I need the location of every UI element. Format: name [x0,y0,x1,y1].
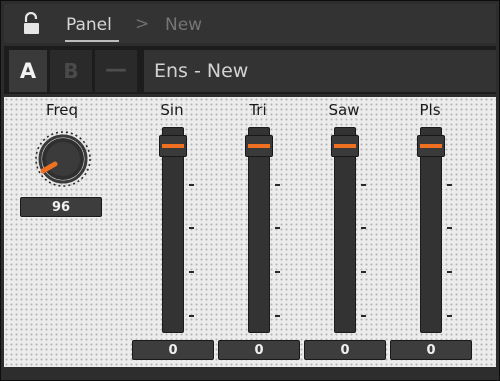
pls-tick [447,271,452,273]
tri-value-box[interactable]: 0 [218,340,300,360]
breadcrumb-panel-link[interactable]: Panel [66,15,112,35]
tri-tick [275,227,280,229]
saw-slider-track[interactable] [334,127,356,333]
sin-tick [189,227,194,229]
tri-label: Tri [249,101,267,119]
saw-label: Saw [328,101,360,119]
header-row: A B — Ens - New [4,46,496,94]
tri-tick [275,271,280,273]
pls-tick [447,315,452,317]
breadcrumb-separator: > [135,14,150,34]
pls-tick [447,227,452,229]
sin-slider-handle[interactable] [159,135,187,157]
freq-value-box[interactable]: 96 [20,197,102,217]
sin-label: Sin [160,101,184,119]
tri-slider-handle[interactable] [245,135,273,157]
pls-slider-handle[interactable] [417,135,445,157]
tri-slider-track[interactable] [248,127,270,333]
pls-tick [447,184,452,186]
ensemble-title[interactable]: Ens - New [144,50,496,92]
sin-tick [189,315,194,317]
pls-value-box[interactable]: 0 [390,340,472,360]
control-panel: Freq 96 Sin 0 Tri 0 Saw 0 Pls 0 [4,97,496,367]
sin-tick [189,271,194,273]
freq-label: Freq [45,101,79,119]
unlocked-padlock-icon[interactable] [22,12,44,36]
saw-tick [361,184,366,186]
saw-tick [361,271,366,273]
breadcrumb-underline [65,40,119,42]
variation-b-button[interactable]: B [50,50,92,92]
sin-slider-track[interactable] [162,127,184,333]
breadcrumb-current: New [165,15,203,35]
saw-tick [361,315,366,317]
pls-label: Pls [419,101,441,119]
pls-slider-track[interactable] [420,127,442,333]
saw-slider-handle[interactable] [331,135,359,157]
sin-tick [189,184,194,186]
variation-a-button[interactable]: A [9,50,47,92]
saw-value-box[interactable]: 0 [304,340,386,360]
tri-tick [275,315,280,317]
sin-value-box[interactable]: 0 [132,340,214,360]
device-window: Panel > New A B — Ens - New Freq 96 Sin … [0,0,500,381]
tri-tick [275,184,280,186]
breadcrumb: Panel > New [4,4,496,43]
freq-knob[interactable] [28,130,98,190]
saw-tick [361,227,366,229]
remove-button[interactable]: — [95,50,137,92]
